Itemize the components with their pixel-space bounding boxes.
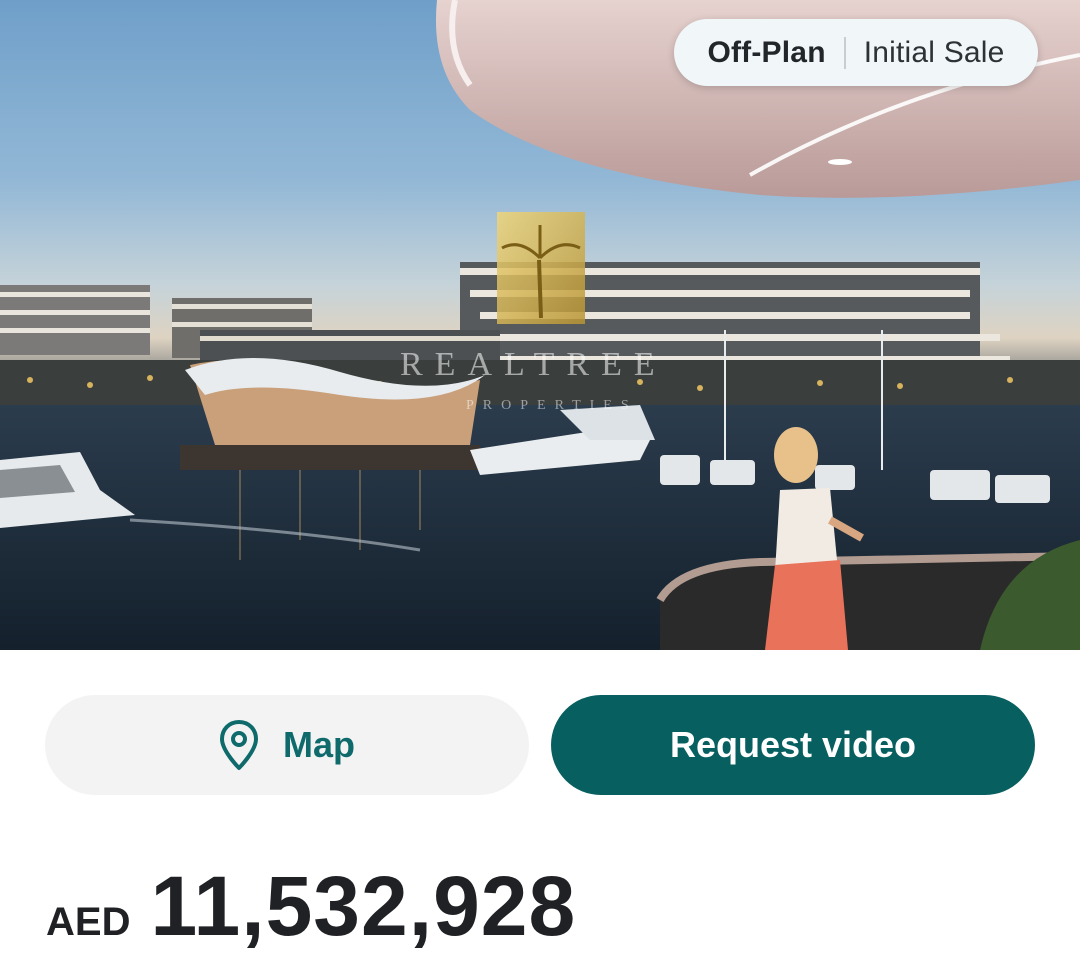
map-button-label: Map <box>283 724 355 765</box>
badge-status: Off-Plan <box>707 35 826 69</box>
watermark-brand: REALTREE <box>400 346 667 383</box>
map-button[interactable]: Map <box>45 695 529 795</box>
badge-divider <box>843 36 846 69</box>
watermark-sub: PROPERTIES <box>466 398 638 413</box>
price-amount: 11,532,928 <box>150 859 577 953</box>
request-video-label: Request video <box>669 724 917 765</box>
request-video-button[interactable]: Request video <box>551 695 1035 795</box>
price-currency: AED <box>46 900 131 944</box>
badge-sale-type: Initial Sale <box>863 35 1005 69</box>
marina-rendering <box>0 0 1080 650</box>
listing-status-badge: Off-Plan Initial Sale <box>674 19 1038 86</box>
price: AED 11,532,928 <box>46 858 576 958</box>
location-pin-icon <box>220 720 258 770</box>
property-photo[interactable]: REALTREE PROPERTIES Off-Plan Initial Sal… <box>0 0 1080 650</box>
